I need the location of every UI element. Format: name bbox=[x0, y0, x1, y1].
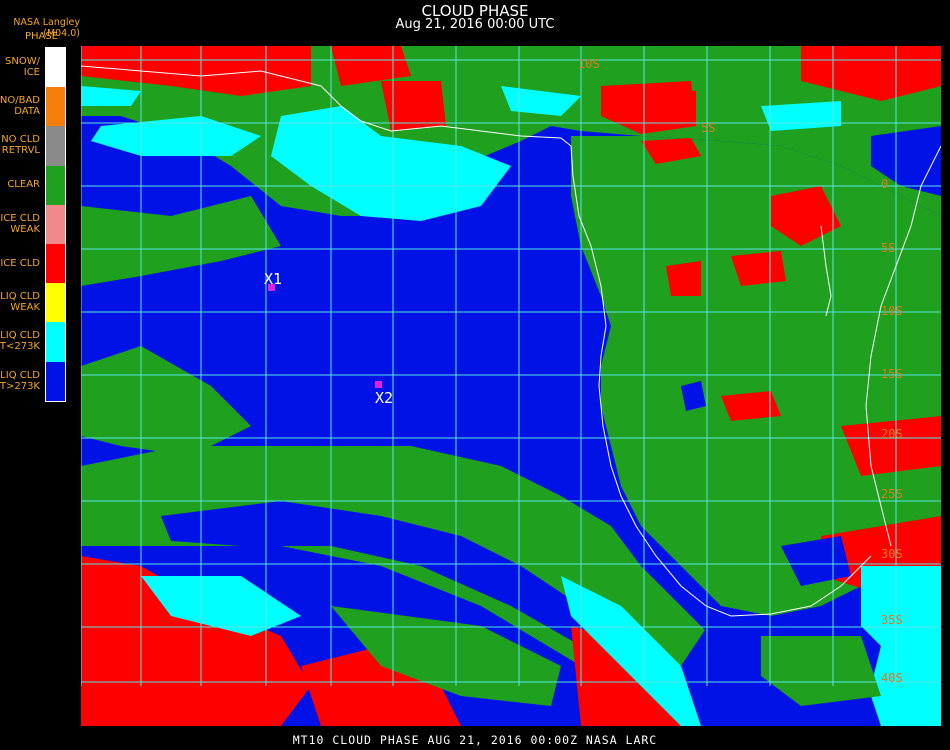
legend-swatch bbox=[46, 322, 65, 362]
legend-item: LIQ CLD T<273K bbox=[0, 322, 70, 362]
legend-item-label: NO CLD RETRVL bbox=[0, 126, 40, 164]
region-north-cyan-5 bbox=[761, 101, 841, 131]
legend-item-label-line1: LIQ CLD bbox=[0, 330, 40, 342]
legend-swatch bbox=[46, 165, 65, 205]
region-africa-red-3 bbox=[666, 261, 701, 296]
legend-item: LIQ CLD WEAK bbox=[0, 283, 70, 323]
legend-item-label: SNOW/ICE bbox=[0, 48, 40, 86]
latitude-label: 25S bbox=[881, 487, 903, 501]
legend-item-label-line1: LIQ CLD bbox=[0, 369, 40, 381]
latitude-label: 5S bbox=[701, 121, 715, 135]
marker-label: X1 bbox=[264, 270, 282, 288]
latitude-label: 5S bbox=[881, 241, 895, 255]
legend-item-label: LIQ CLD T<273K bbox=[0, 322, 40, 360]
satellite-map: 10S 5S 0 5S 10S 15S 20S 25S 30S 35S 40S X1 X2 bbox=[81, 46, 941, 726]
region-africa-red-4 bbox=[731, 251, 786, 286]
latitude-label: 0 bbox=[881, 177, 888, 191]
legend-item-label-line1: LIQ CLD bbox=[0, 291, 40, 303]
legend-item-label-line2: WEAK bbox=[10, 302, 40, 314]
region-africa-red-7 bbox=[721, 391, 781, 421]
legend-item-label: ICE CLD WEAK bbox=[0, 205, 40, 243]
legend-item-label-line1: ICE CLD bbox=[0, 257, 40, 269]
legend-item: NO CLD RETRVL bbox=[0, 126, 70, 166]
legend-item-label-line2: WEAK bbox=[10, 223, 40, 235]
legend-item-label: CLEAR bbox=[0, 166, 40, 204]
legend-item-label: NO/BAD DATA bbox=[0, 87, 40, 125]
legend-item: SNOW/ICE bbox=[0, 48, 70, 88]
legend-swatch bbox=[46, 126, 65, 166]
legend-swatch bbox=[46, 361, 65, 401]
latitude-label: 35S bbox=[881, 613, 903, 627]
legend-item-label-line1: NO/BAD bbox=[0, 95, 40, 107]
legend-swatch bbox=[46, 48, 65, 88]
legend-item-label-line1: SNOW/ bbox=[5, 56, 40, 67]
footer-caption: MT10 CLOUD PHASE AUG 21, 2016 00:00Z NAS… bbox=[292, 733, 658, 747]
region-north-red-4 bbox=[641, 91, 696, 126]
marker-label: X2 bbox=[375, 389, 393, 407]
legend-swatch bbox=[46, 244, 65, 284]
legend-swatch bbox=[46, 283, 65, 323]
legend-item: LIQ CLD T>273K bbox=[0, 361, 70, 401]
legend-item-label-line2: T<273K bbox=[0, 341, 40, 353]
legend-item: ICE CLD bbox=[0, 244, 70, 284]
legend-item-label-line2: ICE bbox=[23, 67, 40, 78]
marker-point bbox=[375, 381, 382, 388]
latitude-label: 20S bbox=[881, 427, 903, 441]
latitude-label: 15S bbox=[881, 367, 903, 381]
legend-item-label-line1: ICE CLD bbox=[0, 212, 40, 224]
latitude-label: 10S bbox=[881, 304, 903, 318]
legend-item-label-line2: T>273K bbox=[0, 380, 40, 392]
legend-item-label: LIQ CLD T>273K bbox=[0, 362, 40, 400]
legend-item-label-line2: RETRVL bbox=[1, 145, 40, 157]
legend-item-label: ICE CLD bbox=[0, 244, 40, 282]
legend-item: NO/BAD DATA bbox=[0, 87, 70, 127]
legend-item: CLEAR bbox=[0, 165, 70, 205]
chart-timestamp: Aug 21, 2016 00:00 UTC bbox=[395, 17, 555, 32]
latitude-label: 40S bbox=[881, 671, 903, 685]
legend-item-label-line2: DATA bbox=[14, 106, 40, 118]
latitude-label: 10S bbox=[578, 57, 600, 71]
legend-item-label: LIQ CLD WEAK bbox=[0, 283, 40, 321]
legend-title: PHASE bbox=[24, 31, 58, 42]
legend-swatch bbox=[46, 87, 65, 127]
legend-swatch bbox=[46, 204, 65, 244]
legend-item: ICE CLD WEAK bbox=[0, 204, 70, 244]
legend-item-label-line1: CLEAR bbox=[7, 179, 40, 191]
latitude-label: 30S bbox=[881, 547, 903, 561]
legend-item-label-line1: NO CLD bbox=[1, 134, 40, 146]
